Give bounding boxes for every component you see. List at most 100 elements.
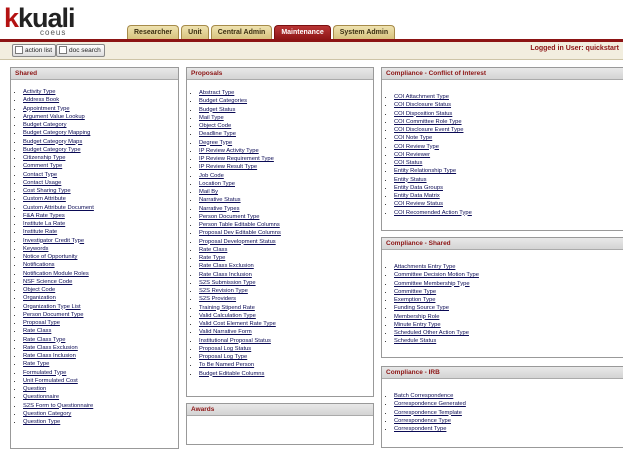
maintenance-link[interactable]: Correspondence Template [394, 410, 462, 416]
maintenance-link[interactable]: Mail By [199, 189, 218, 195]
maintenance-link[interactable]: IP Review Requirement Type [199, 156, 274, 162]
maintenance-link[interactable]: Object Code [199, 123, 231, 129]
maintenance-link[interactable]: Proposal Development Status [199, 239, 276, 245]
maintenance-link[interactable]: Unit Formulated Cost [23, 378, 78, 384]
maintenance-link[interactable]: Questionnaire [23, 394, 59, 400]
maintenance-link[interactable]: S2S Revision Type [199, 288, 248, 294]
maintenance-link[interactable]: COI Disposition Status [394, 111, 452, 117]
maintenance-link[interactable]: Question Type [23, 419, 60, 425]
maintenance-link[interactable]: Custom Attribute Document [23, 205, 94, 211]
maintenance-link[interactable]: NSF Science Code [23, 279, 72, 285]
maintenance-link[interactable]: Question Category [23, 411, 71, 417]
maintenance-link[interactable]: Schedule Status [394, 338, 436, 344]
maintenance-link[interactable]: Mail Type [199, 115, 224, 121]
maintenance-link[interactable]: Funding Source Type [394, 305, 449, 311]
maintenance-link[interactable]: Minute Entry Type [394, 322, 441, 328]
maintenance-link[interactable]: Budget Categories [199, 98, 247, 104]
maintenance-link[interactable]: Committee Decision Motion Type [394, 272, 479, 278]
maintenance-link[interactable]: Institutional Proposal Status [199, 338, 271, 344]
maintenance-link[interactable]: COI Review Status [394, 201, 443, 207]
maintenance-link[interactable]: COI Disclosure Status [394, 102, 451, 108]
maintenance-link[interactable]: Address Book [23, 97, 59, 103]
maintenance-link[interactable]: Entity Status [394, 177, 427, 183]
maintenance-link[interactable]: Citizenship Type [23, 155, 65, 161]
maintenance-link[interactable]: Attachments Entry Type [394, 264, 455, 270]
tab-central-admin[interactable]: Central Admin [210, 25, 273, 40]
maintenance-link[interactable]: Budget Category Maps [23, 139, 82, 145]
maintenance-link[interactable]: Batch Correspondence [394, 393, 453, 399]
maintenance-link[interactable]: Question [23, 386, 46, 392]
maintenance-link[interactable]: Entity Data Groups [394, 185, 443, 191]
maintenance-link[interactable]: S2S Providers [199, 296, 236, 302]
maintenance-link[interactable]: Valid Calculation Type [199, 313, 256, 319]
maintenance-link[interactable]: Committee Membership Type [394, 281, 470, 287]
doc-search-button[interactable]: doc search [56, 44, 105, 57]
maintenance-link[interactable]: Proposal Log Type [199, 354, 247, 360]
maintenance-link[interactable]: COI Review Type [394, 144, 439, 150]
maintenance-link[interactable]: S2S Form to Questionnaire [23, 403, 93, 409]
maintenance-link[interactable]: Rate Class Exclusion [199, 263, 254, 269]
maintenance-link[interactable]: Correspondence Type [394, 418, 451, 424]
tab-researcher[interactable]: Researcher [127, 25, 180, 40]
maintenance-link[interactable]: Budget Status [199, 107, 235, 113]
maintenance-link[interactable]: Formulated Type [23, 370, 66, 376]
maintenance-link[interactable]: Entity Relationship Type [394, 168, 456, 174]
action-list-button[interactable]: action list [12, 44, 57, 57]
maintenance-link[interactable]: Organization [23, 295, 56, 301]
maintenance-link[interactable]: Location Type [199, 181, 235, 187]
maintenance-link[interactable]: Rate Class Inclusion [23, 353, 76, 359]
maintenance-link[interactable]: Training Stipend Rate [199, 305, 255, 311]
maintenance-link[interactable]: Contact Usage [23, 180, 61, 186]
maintenance-link[interactable]: Rate Class Type [23, 337, 65, 343]
maintenance-link[interactable]: COI Status [394, 160, 422, 166]
tab-maintenance[interactable]: Maintenance [274, 25, 331, 40]
maintenance-link[interactable]: Budget Editable Columns [199, 371, 264, 377]
maintenance-link[interactable]: Object Code [23, 287, 55, 293]
maintenance-link[interactable]: IP Review Result Type [199, 164, 257, 170]
maintenance-link[interactable]: Narrative Status [199, 197, 241, 203]
maintenance-link[interactable]: F&A Rate Types [23, 213, 65, 219]
maintenance-link[interactable]: To Be Named Person [199, 362, 254, 368]
maintenance-link[interactable]: COI Disclosure Event Type [394, 127, 463, 133]
maintenance-link[interactable]: Exemption Type [394, 297, 435, 303]
maintenance-link[interactable]: Budget Category Type [23, 147, 81, 153]
maintenance-link[interactable]: Budget Category [23, 122, 67, 128]
maintenance-link[interactable]: Comment Type [23, 163, 62, 169]
maintenance-link[interactable]: Committee Type [394, 289, 436, 295]
maintenance-link[interactable]: Person Table Editable Columns [199, 222, 280, 228]
maintenance-link[interactable]: Rate Type [199, 255, 225, 261]
maintenance-link[interactable]: Narrative Types [199, 206, 240, 212]
maintenance-link[interactable]: Organization Type List [23, 304, 81, 310]
maintenance-link[interactable]: Notifications [23, 262, 55, 268]
kuali-coeus-logo[interactable]: kkuali coeus [4, 2, 114, 38]
tab-system-admin[interactable]: System Admin [332, 25, 396, 40]
maintenance-link[interactable]: Valid Narrative Form [199, 329, 252, 335]
maintenance-link[interactable]: Institute Rate [23, 229, 57, 235]
maintenance-link[interactable]: COI Reviewer [394, 152, 430, 158]
maintenance-link[interactable]: COI Recomended Action Type [394, 210, 472, 216]
maintenance-link[interactable]: Institute La Rate [23, 221, 65, 227]
maintenance-link[interactable]: Valid Cost Element Rate Type [199, 321, 276, 327]
maintenance-link[interactable]: S2S Submission Type [199, 280, 256, 286]
maintenance-link[interactable]: Rate Class Exclusion [23, 345, 78, 351]
maintenance-link[interactable]: Entity Data Matrix [394, 193, 440, 199]
maintenance-link[interactable]: Person Document Type [23, 312, 83, 318]
maintenance-link[interactable]: Notification Module Roles [23, 271, 89, 277]
maintenance-link[interactable]: Degree Type [199, 140, 232, 146]
maintenance-link[interactable]: Investigator Credit Type [23, 238, 84, 244]
maintenance-link[interactable]: Rate Class Inclusion [199, 272, 252, 278]
maintenance-link[interactable]: Deadline Type [199, 131, 236, 137]
maintenance-link[interactable]: Proposal Type [23, 320, 60, 326]
maintenance-link[interactable]: COI Attachment Type [394, 94, 449, 100]
maintenance-link[interactable]: Notice of Opportunity [23, 254, 77, 260]
maintenance-link[interactable]: Proposal Dev Editable Columns [199, 230, 281, 236]
maintenance-link[interactable]: Cost Sharing Type [23, 188, 71, 194]
maintenance-link[interactable]: Proposal Log Status [199, 346, 251, 352]
maintenance-link[interactable]: Person Document Type [199, 214, 259, 220]
maintenance-link[interactable]: Rate Class [23, 328, 51, 334]
maintenance-link[interactable]: Contact Type [23, 172, 57, 178]
maintenance-link[interactable]: Keywords [23, 246, 48, 252]
maintenance-link[interactable]: Argument Value Lookup [23, 114, 85, 120]
maintenance-link[interactable]: COI Committee Role Type [394, 119, 462, 125]
maintenance-link[interactable]: Scheduled Other Action Type [394, 330, 469, 336]
